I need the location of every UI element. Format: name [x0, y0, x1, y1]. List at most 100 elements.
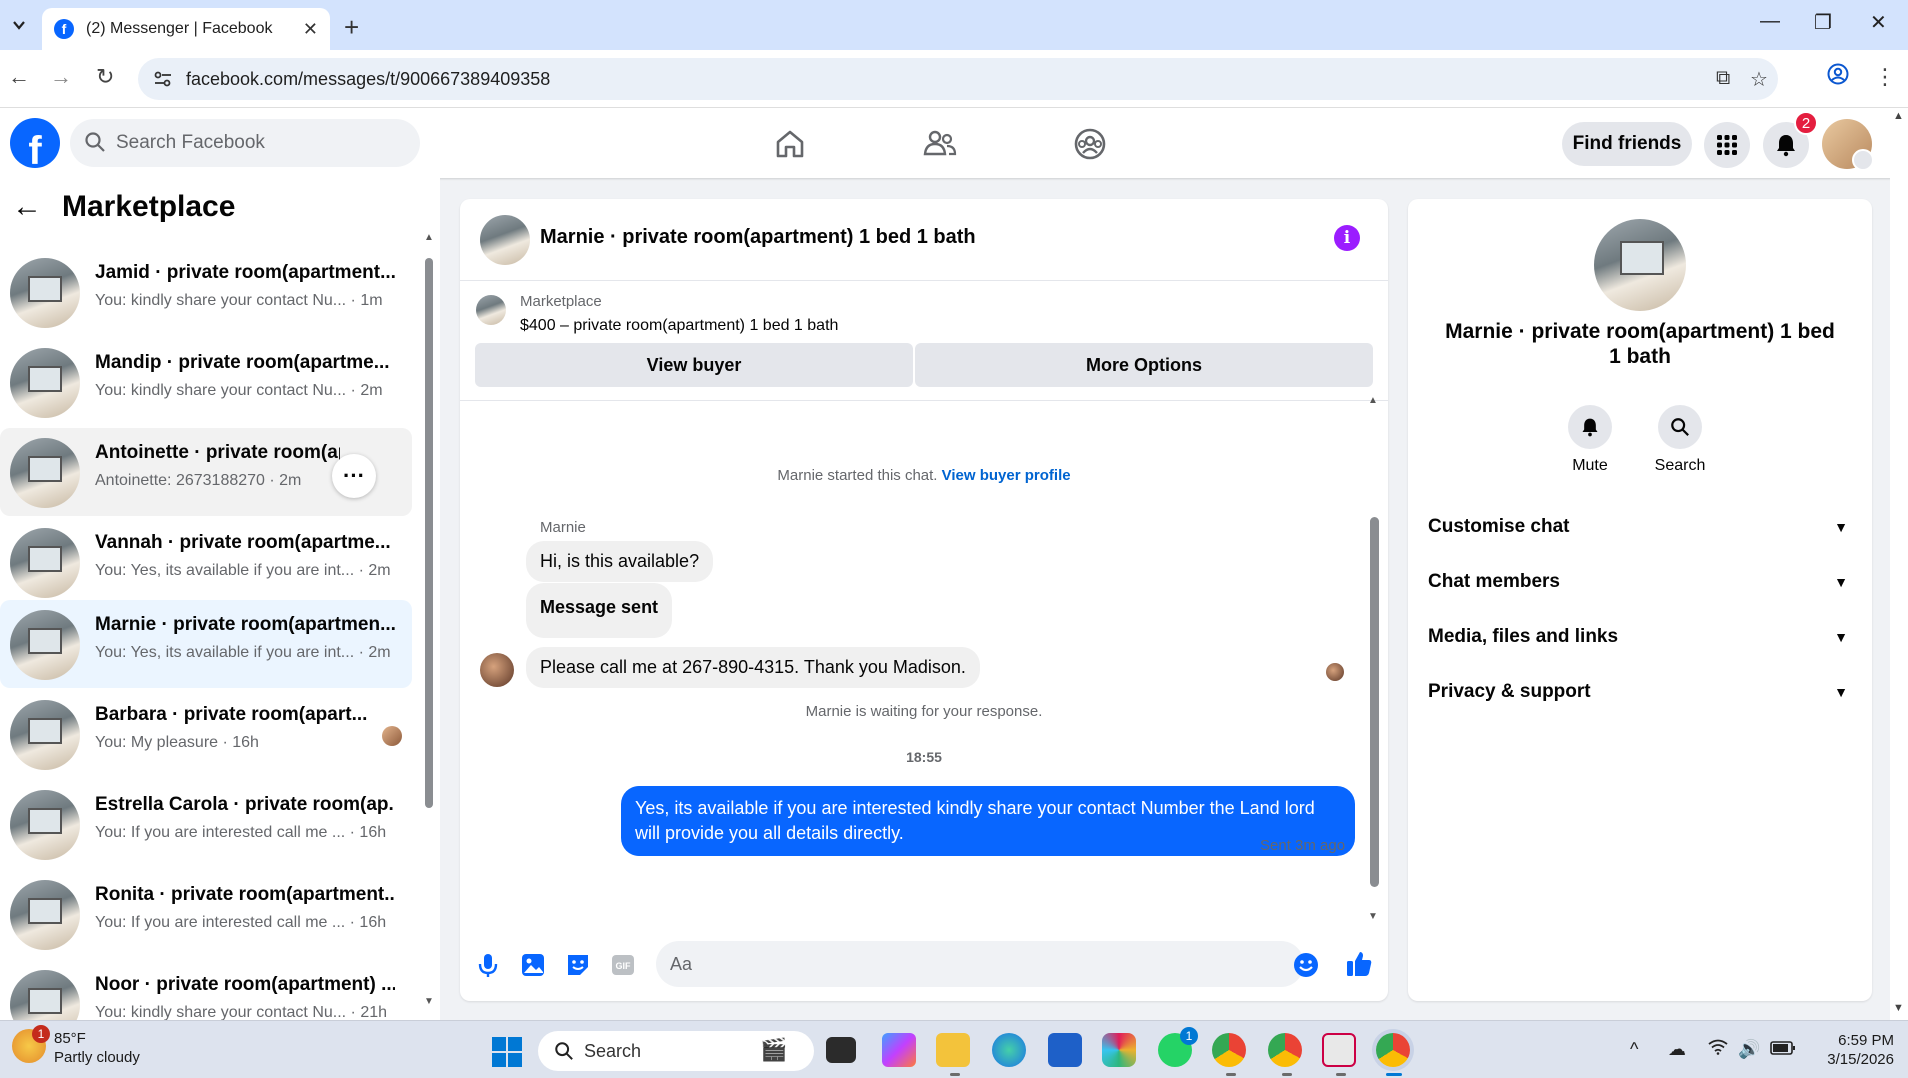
- snipping-tool-icon[interactable]: [1322, 1033, 1356, 1067]
- conversation-item[interactable]: Noor · private room(apartment) ... You: …: [0, 960, 412, 1020]
- info-icon[interactable]: i: [1334, 225, 1360, 251]
- chrome-icon[interactable]: [1212, 1033, 1246, 1067]
- listing-thumbnail: [10, 880, 80, 950]
- privacy-support-section[interactable]: Privacy & support ▼: [1428, 670, 1852, 714]
- new-tab-button[interactable]: +: [344, 12, 359, 43]
- sender-avatar[interactable]: [480, 653, 514, 687]
- page-scrollbar[interactable]: ▲ ▼: [1890, 108, 1908, 1020]
- task-view-icon[interactable]: [826, 1037, 856, 1063]
- facebook-logo-icon[interactable]: f: [10, 118, 60, 168]
- restore-icon[interactable]: ❐: [1814, 10, 1832, 35]
- taskbar-search[interactable]: Search 🎬: [538, 1031, 814, 1071]
- conversation-options-button[interactable]: ···: [332, 454, 376, 498]
- chevron-down-icon: ▼: [1834, 684, 1848, 700]
- friends-icon[interactable]: [922, 126, 958, 162]
- conversation-item[interactable]: Estrella Carola · private room(ap... You…: [0, 780, 412, 868]
- wifi-icon[interactable]: [1708, 1039, 1728, 1060]
- microsoft-store-icon[interactable]: [1048, 1033, 1082, 1067]
- conversation-item[interactable]: Barbara · private room(apart... You: My …: [0, 690, 412, 778]
- incoming-message[interactable]: Please call me at 267-890-4315. Thank yo…: [526, 647, 980, 688]
- show-hidden-icons-chevron-icon[interactable]: ^: [1630, 1039, 1638, 1060]
- profile-icon[interactable]: [1826, 62, 1850, 92]
- back-icon[interactable]: ←: [8, 64, 30, 90]
- bookmark-star-icon[interactable]: ☆: [1750, 67, 1768, 92]
- media-files-links-section[interactable]: Media, files and links ▼: [1428, 615, 1852, 659]
- scroll-down-arrow-icon[interactable]: ▼: [1368, 911, 1378, 922]
- search-icon: [1671, 418, 1689, 436]
- battery-icon[interactable]: [1770, 1039, 1796, 1060]
- edge-icon[interactable]: [992, 1033, 1026, 1067]
- find-friends-button[interactable]: Find friends: [1562, 122, 1692, 166]
- view-buyer-profile-link[interactable]: View buyer profile: [942, 467, 1071, 484]
- view-buyer-button[interactable]: View buyer: [475, 343, 913, 387]
- thumbs-up-icon[interactable]: [1344, 949, 1374, 979]
- conversation-item[interactable]: Ronita · private room(apartment... You: …: [0, 870, 412, 958]
- onedrive-icon[interactable]: ☁: [1668, 1039, 1686, 1060]
- conversation-item[interactable]: Antoinette · private room(ap... Antoinet…: [0, 428, 412, 516]
- message-input[interactable]: Aa: [656, 941, 1304, 987]
- sidebar-scroll-thumb[interactable]: [425, 258, 433, 808]
- scroll-up-arrow-icon[interactable]: ▲: [1368, 395, 1378, 406]
- chat-members-section[interactable]: Chat members ▼: [1428, 560, 1852, 604]
- listing-avatar[interactable]: [1594, 219, 1686, 311]
- gif-icon[interactable]: GIF: [609, 951, 637, 979]
- incoming-message[interactable]: Message sent: [526, 583, 673, 638]
- windows-start-icon[interactable]: [492, 1037, 522, 1067]
- close-window-icon[interactable]: ✕: [1870, 10, 1887, 35]
- scroll-up-arrow-icon[interactable]: ▲: [1893, 110, 1904, 122]
- microphone-icon[interactable]: [474, 951, 502, 979]
- slack-icon[interactable]: [1102, 1033, 1136, 1067]
- system-clock[interactable]: 6:59 PM 3/15/2026: [1812, 1031, 1894, 1069]
- whatsapp-icon[interactable]: 1: [1158, 1027, 1198, 1067]
- minimize-icon[interactable]: —: [1760, 10, 1780, 33]
- menu-grid-button[interactable]: [1704, 122, 1750, 168]
- home-icon[interactable]: [772, 126, 808, 162]
- install-app-icon[interactable]: ⧉: [1716, 67, 1730, 90]
- forward-icon[interactable]: →: [50, 64, 72, 90]
- search-in-chat-button[interactable]: Search: [1640, 405, 1720, 475]
- message-composer: GIF Aa: [460, 929, 1388, 1001]
- emoji-icon[interactable]: [1292, 951, 1320, 979]
- back-arrow-icon[interactable]: ←: [12, 190, 42, 224]
- volume-icon[interactable]: 🔊: [1738, 1039, 1760, 1060]
- scroll-down-arrow-icon[interactable]: ▼: [424, 996, 434, 1007]
- conversation-title: Marnie · private room(apartmen...: [95, 614, 395, 635]
- reload-icon[interactable]: ↻: [96, 64, 114, 90]
- seen-avatar: [1326, 663, 1344, 681]
- microsoft-365-icon[interactable]: [882, 1033, 916, 1067]
- customise-chat-section[interactable]: Customise chat ▼: [1428, 505, 1852, 549]
- groups-icon[interactable]: [1072, 126, 1108, 162]
- file-explorer-icon[interactable]: [936, 1033, 970, 1067]
- chrome-profile-icon[interactable]: [1268, 1033, 1302, 1067]
- conversation-title: Antoinette · private room(ap...: [95, 442, 340, 463]
- running-indicator-active: [1386, 1073, 1402, 1076]
- account-avatar[interactable]: [1822, 119, 1874, 171]
- more-options-button[interactable]: More Options: [915, 343, 1373, 387]
- scroll-up-arrow-icon[interactable]: ▲: [424, 232, 434, 243]
- conversation-item[interactable]: Mandip · private room(apartme... You: ki…: [0, 338, 412, 426]
- sidebar-scrollbar[interactable]: ▲ ▼: [424, 232, 434, 1007]
- mute-button[interactable]: Mute: [1550, 405, 1630, 475]
- site-settings-icon[interactable]: [152, 68, 174, 90]
- address-bar[interactable]: facebook.com/messages/t/900667389409358 …: [138, 58, 1778, 100]
- close-tab-icon[interactable]: ✕: [303, 19, 318, 40]
- chat-title[interactable]: Marnie · private room(apartment) 1 bed 1…: [540, 226, 976, 249]
- conversation-item-selected[interactable]: Marnie · private room(apartmen... You: Y…: [0, 600, 412, 688]
- browser-tab-messenger[interactable]: f (2) Messenger | Facebook ✕: [42, 8, 330, 50]
- chrome-active-icon[interactable]: [1376, 1033, 1410, 1067]
- browser-menu-icon[interactable]: ⋮: [1874, 64, 1896, 90]
- weather-widget[interactable]: 1 85°F Partly cloudy: [12, 1025, 140, 1067]
- chat-avatar[interactable]: [480, 215, 530, 265]
- facebook-search-input[interactable]: Search Facebook: [70, 119, 420, 167]
- photo-icon[interactable]: [519, 951, 547, 979]
- chat-scrollbar[interactable]: ▲ ▼: [1368, 395, 1380, 922]
- chat-scroll-thumb[interactable]: [1370, 517, 1379, 887]
- sticker-icon[interactable]: [564, 951, 592, 979]
- tab-search-button[interactable]: [4, 10, 34, 40]
- incoming-message[interactable]: Hi, is this available?: [526, 541, 714, 582]
- conversation-item[interactable]: Jamid · private room(apartment... You: k…: [0, 248, 412, 336]
- scroll-down-arrow-icon[interactable]: ▼: [1893, 1002, 1904, 1014]
- conversation-item[interactable]: Vannah · private room(apartme... You: Ye…: [0, 518, 412, 606]
- outgoing-message[interactable]: Yes, its available if you are interested…: [621, 786, 1355, 856]
- weather-condition: Partly cloudy: [54, 1049, 140, 1066]
